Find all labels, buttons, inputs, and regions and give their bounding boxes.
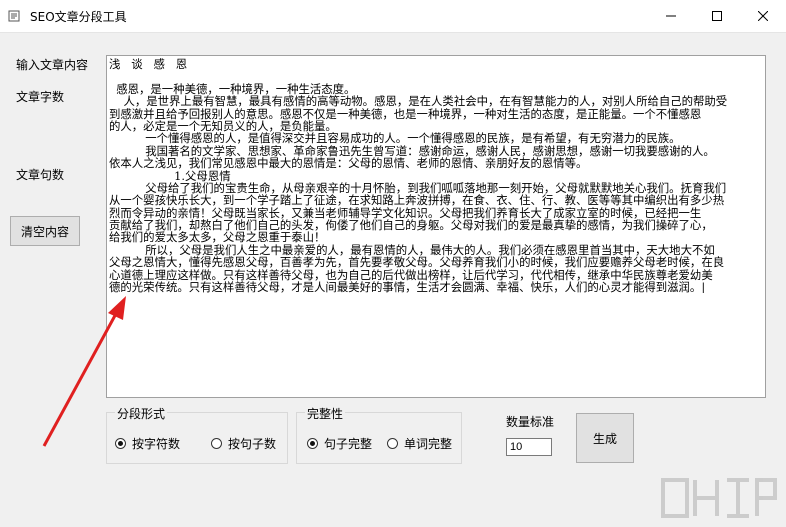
- watermark-logo: [661, 478, 777, 518]
- app-window: SEO文章分段工具 输入文章内容 文章字数 文章句数 清空内容 浅 谈 感 恩 …: [0, 0, 786, 527]
- red-arrow-annotation: [42, 296, 126, 447]
